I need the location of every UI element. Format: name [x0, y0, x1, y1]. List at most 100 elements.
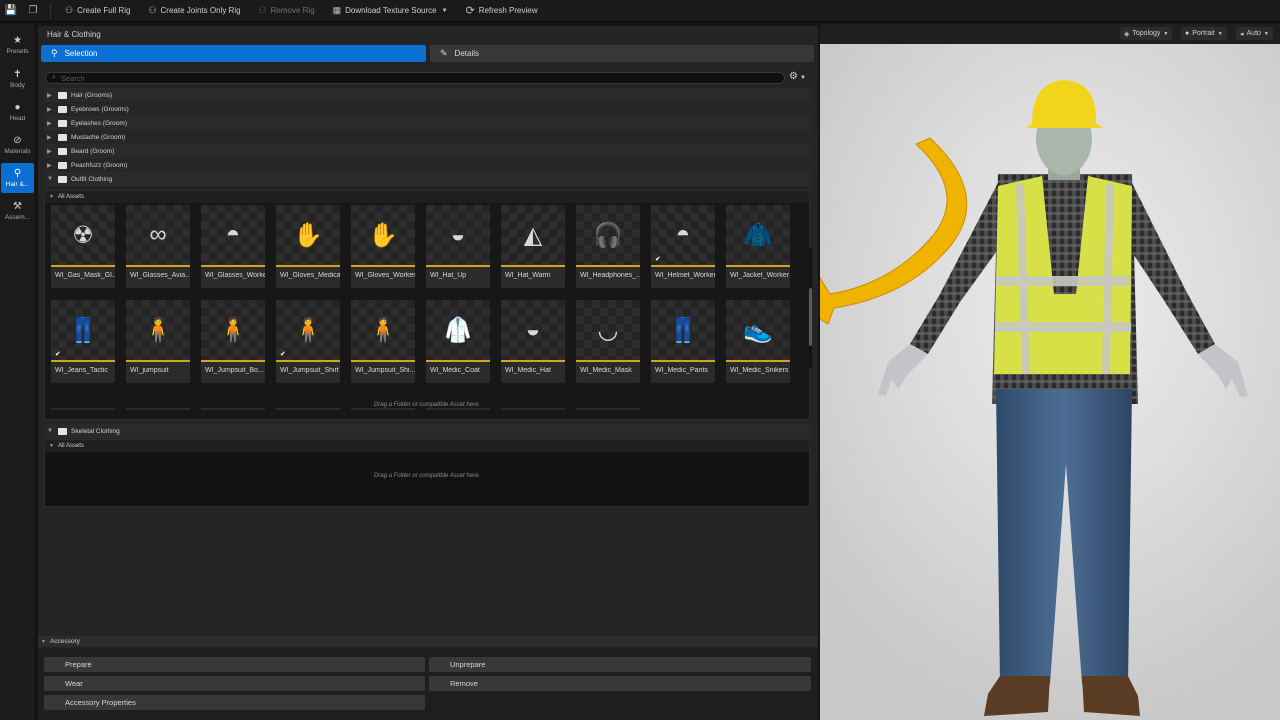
outfit-all-assets-header[interactable]: ▼ All Assets	[45, 191, 809, 203]
create-full-rig-button[interactable]: ⚇ Create Full Rig	[63, 0, 132, 22]
accessory-title: Accessory	[49, 638, 80, 645]
asset-scrollbar[interactable]	[809, 248, 812, 368]
wear-button[interactable]: Wear	[44, 676, 425, 691]
collapse-arrow-icon[interactable]: ▼	[49, 443, 54, 449]
skeletal-clothing-label: Skeletal Clothing	[71, 427, 120, 435]
asset-tile-wi-gloves-medical[interactable]: ✋ WI_Gloves_Medical	[276, 205, 340, 288]
tree-item-beard[interactable]: ▶ Beard (Groom)	[44, 144, 812, 158]
nav-assemble[interactable]: ⚒ Assem...	[1, 196, 34, 226]
refresh-preview-label: Refresh Preview	[478, 6, 538, 15]
expand-arrow-icon[interactable]: ▶	[47, 120, 54, 127]
expand-arrow-icon[interactable]: ▶	[47, 162, 54, 169]
collapse-arrow-icon[interactable]: ▼	[47, 176, 54, 182]
asset-tile-wi-glasses-worker[interactable]: ◓ WI_Glasses_Worker	[201, 205, 265, 288]
asset-tile-wi-jumpsuit-bo[interactable]: 🧍 WI_Jumpsuit_Bo...	[201, 300, 265, 383]
nav-presets[interactable]: ★ Presets	[1, 30, 34, 60]
asset-tile-partial	[276, 408, 340, 410]
tree-item-peachfuzz[interactable]: ▶ Peachfuzz (Groom)	[44, 158, 812, 172]
skeletal-all-assets-header[interactable]: ▼ All Assets	[45, 440, 809, 452]
collapse-arrow-icon[interactable]: ▼	[47, 428, 54, 434]
asset-tile-wi-jumpsuit[interactable]: 🧍 WI_jumpsuit	[126, 300, 190, 383]
topology-dropdown[interactable]: ◈ Topology ▼	[1120, 27, 1173, 40]
tree-item-mustache[interactable]: ▶ Mustache (Groom)	[44, 130, 812, 144]
scrollbar-thumb[interactable]	[809, 288, 812, 346]
download-texture-source-dropdown[interactable]: ▦ Download Texture Source ▼	[331, 0, 450, 22]
chevron-down-icon: ▼	[1263, 30, 1269, 37]
search-input[interactable]	[60, 73, 661, 83]
asset-tile-partial	[501, 408, 565, 410]
expand-arrow-icon[interactable]: ▶	[47, 92, 54, 99]
asset-tile-wi-medic-pants[interactable]: 👖 WI_Medic_Pants	[651, 300, 715, 383]
asset-tile-wi-gloves-worker[interactable]: ✋ WI_Gloves_Worker	[351, 205, 415, 288]
auto-label: Auto	[1246, 30, 1261, 37]
nav-hair-clothing[interactable]: ⚲ Hair &...	[1, 163, 34, 193]
collapse-arrow-icon[interactable]: ▼	[41, 639, 46, 645]
hair-clothing-panel: Hair & Clothing ⚲ Selection ✎ Details ⌕ …	[38, 26, 818, 720]
create-joints-only-rig-button[interactable]: ⚇ Create Joints Only Rig	[146, 0, 242, 22]
auto-lod-dropdown[interactable]: ◂ Auto ▼	[1236, 27, 1273, 40]
expand-arrow-icon[interactable]: ▶	[47, 134, 54, 141]
settings-dropdown[interactable]: ⚙ ▼	[789, 71, 806, 82]
hammer-icon: ⚒	[13, 200, 22, 212]
asset-tile-wi-glasses-avia[interactable]: ∞ WI_Glasses_Avia...	[126, 205, 190, 288]
character-viewport[interactable]: ◈ Topology ▼ ● Portrait ▼ ◂ Auto ▼	[820, 24, 1280, 720]
checkmark-icon: ✔	[55, 351, 61, 358]
expand-arrow-icon[interactable]: ▶	[47, 148, 54, 155]
asset-tile-wi-jumpsuit-shirt[interactable]: 🧍 ✔ WI_Jumpsuit_Shirt	[276, 300, 340, 383]
asset-tile-wi-hat-warm[interactable]: ◭ WI_Hat_Warm	[501, 205, 565, 288]
accessory-section-header[interactable]: ▼ Accessory	[38, 636, 818, 647]
asset-type-bar	[501, 360, 565, 362]
refresh-preview-button[interactable]: ⟳ Refresh Preview	[464, 0, 540, 22]
chevron-down-icon: ▼	[1163, 30, 1169, 37]
prepare-button[interactable]: Prepare	[44, 657, 425, 672]
asset-thumbnail: 🧍	[351, 300, 415, 360]
asset-name: WI_jumpsuit	[130, 367, 169, 374]
topology-icon: ◈	[1124, 30, 1130, 38]
tree-item-outfit-clothing[interactable]: ▼ Outfit Clothing	[44, 172, 812, 186]
tree-item-eyelashes[interactable]: ▶ Eyelashes (Groom)	[44, 116, 812, 130]
asset-tile-wi-gas-mask-gl[interactable]: ☢ WI_Gas_Mask_Gl...	[51, 205, 115, 288]
folder-icon	[58, 91, 67, 99]
asset-name: WI_Gas_Mask_Gl...	[55, 272, 115, 279]
asset-tile-wi-jacket-worker[interactable]: 🧥 WI_Jacket_Worker	[726, 205, 790, 288]
tab-details[interactable]: ✎ Details	[430, 45, 814, 62]
asset-tile-wi-medic-mask[interactable]: ◡ WI_Medic_Mask	[576, 300, 640, 383]
expand-arrow-icon[interactable]: ▶	[47, 106, 54, 113]
tree-item-skeletal-clothing[interactable]: ▼ Skeletal Clothing	[44, 424, 812, 438]
asset-tile-wi-jeans-tactic[interactable]: 👖 ✔ WI_Jeans_Tactic	[51, 300, 115, 383]
asset-tile-wi-jumpsuit-shi[interactable]: 🧍 WI_Jumpsuit_Shi...	[351, 300, 415, 383]
asset-tile-partial	[576, 408, 640, 410]
asset-type-bar	[576, 360, 640, 362]
asset-thumbnail: 🥼	[426, 300, 490, 360]
asset-tile-wi-helmet-worker[interactable]: ◓ ✔ WI_Helmet_Worker	[651, 205, 715, 288]
collapse-arrow-icon[interactable]: ▼	[49, 194, 54, 200]
tab-selection[interactable]: ⚲ Selection	[41, 45, 426, 62]
browse-icon[interactable]: ❐	[22, 0, 44, 22]
accessory-properties-button[interactable]: Accessory Properties	[44, 695, 425, 710]
lighting-icon: ●	[1185, 30, 1190, 37]
rig-icon: ⚇	[65, 5, 74, 15]
chevron-down-icon: ▼	[1217, 30, 1223, 37]
remove-button[interactable]: Remove	[429, 676, 811, 691]
folder-icon	[58, 133, 67, 141]
search-icon: ⌕	[52, 74, 56, 81]
nav-body[interactable]: ✝ Body	[1, 64, 34, 94]
save-icon[interactable]: 💾	[0, 0, 22, 22]
remove-rig-label: Remove Rig	[270, 6, 315, 15]
asset-tile-wi-medic-snikers[interactable]: 👟 WI_Medic_Snikers	[726, 300, 790, 383]
tree-item-eyebrows[interactable]: ▶ Eyebrows (Grooms)	[44, 102, 812, 116]
folder-icon	[58, 147, 67, 155]
asset-thumbnail: ◒	[426, 205, 490, 265]
right-boot	[1082, 676, 1140, 716]
asset-tile-wi-medic-coat[interactable]: 🥼 WI_Medic_Coat	[426, 300, 490, 383]
search-field[interactable]: ⌕	[45, 72, 785, 84]
nav-materials[interactable]: ⊘ Materials	[1, 130, 34, 160]
nav-head[interactable]: ● Head	[1, 97, 34, 127]
asset-tile-wi-medic-hat[interactable]: ◒ WI_Medic_Hat	[501, 300, 565, 383]
asset-tile-wi-hat-up[interactable]: ◒ WI_Hat_Up	[426, 205, 490, 288]
portrait-dropdown[interactable]: ● Portrait ▼	[1181, 27, 1227, 40]
asset-tile-wi-headphones[interactable]: 🎧 WI_Headphones_...	[576, 205, 640, 288]
unprepare-button[interactable]: Unprepare	[429, 657, 811, 672]
remove-rig-button[interactable]: ⚇ Remove Rig	[257, 0, 317, 22]
tree-item-hair[interactable]: ▶ Hair (Grooms)	[44, 88, 812, 102]
